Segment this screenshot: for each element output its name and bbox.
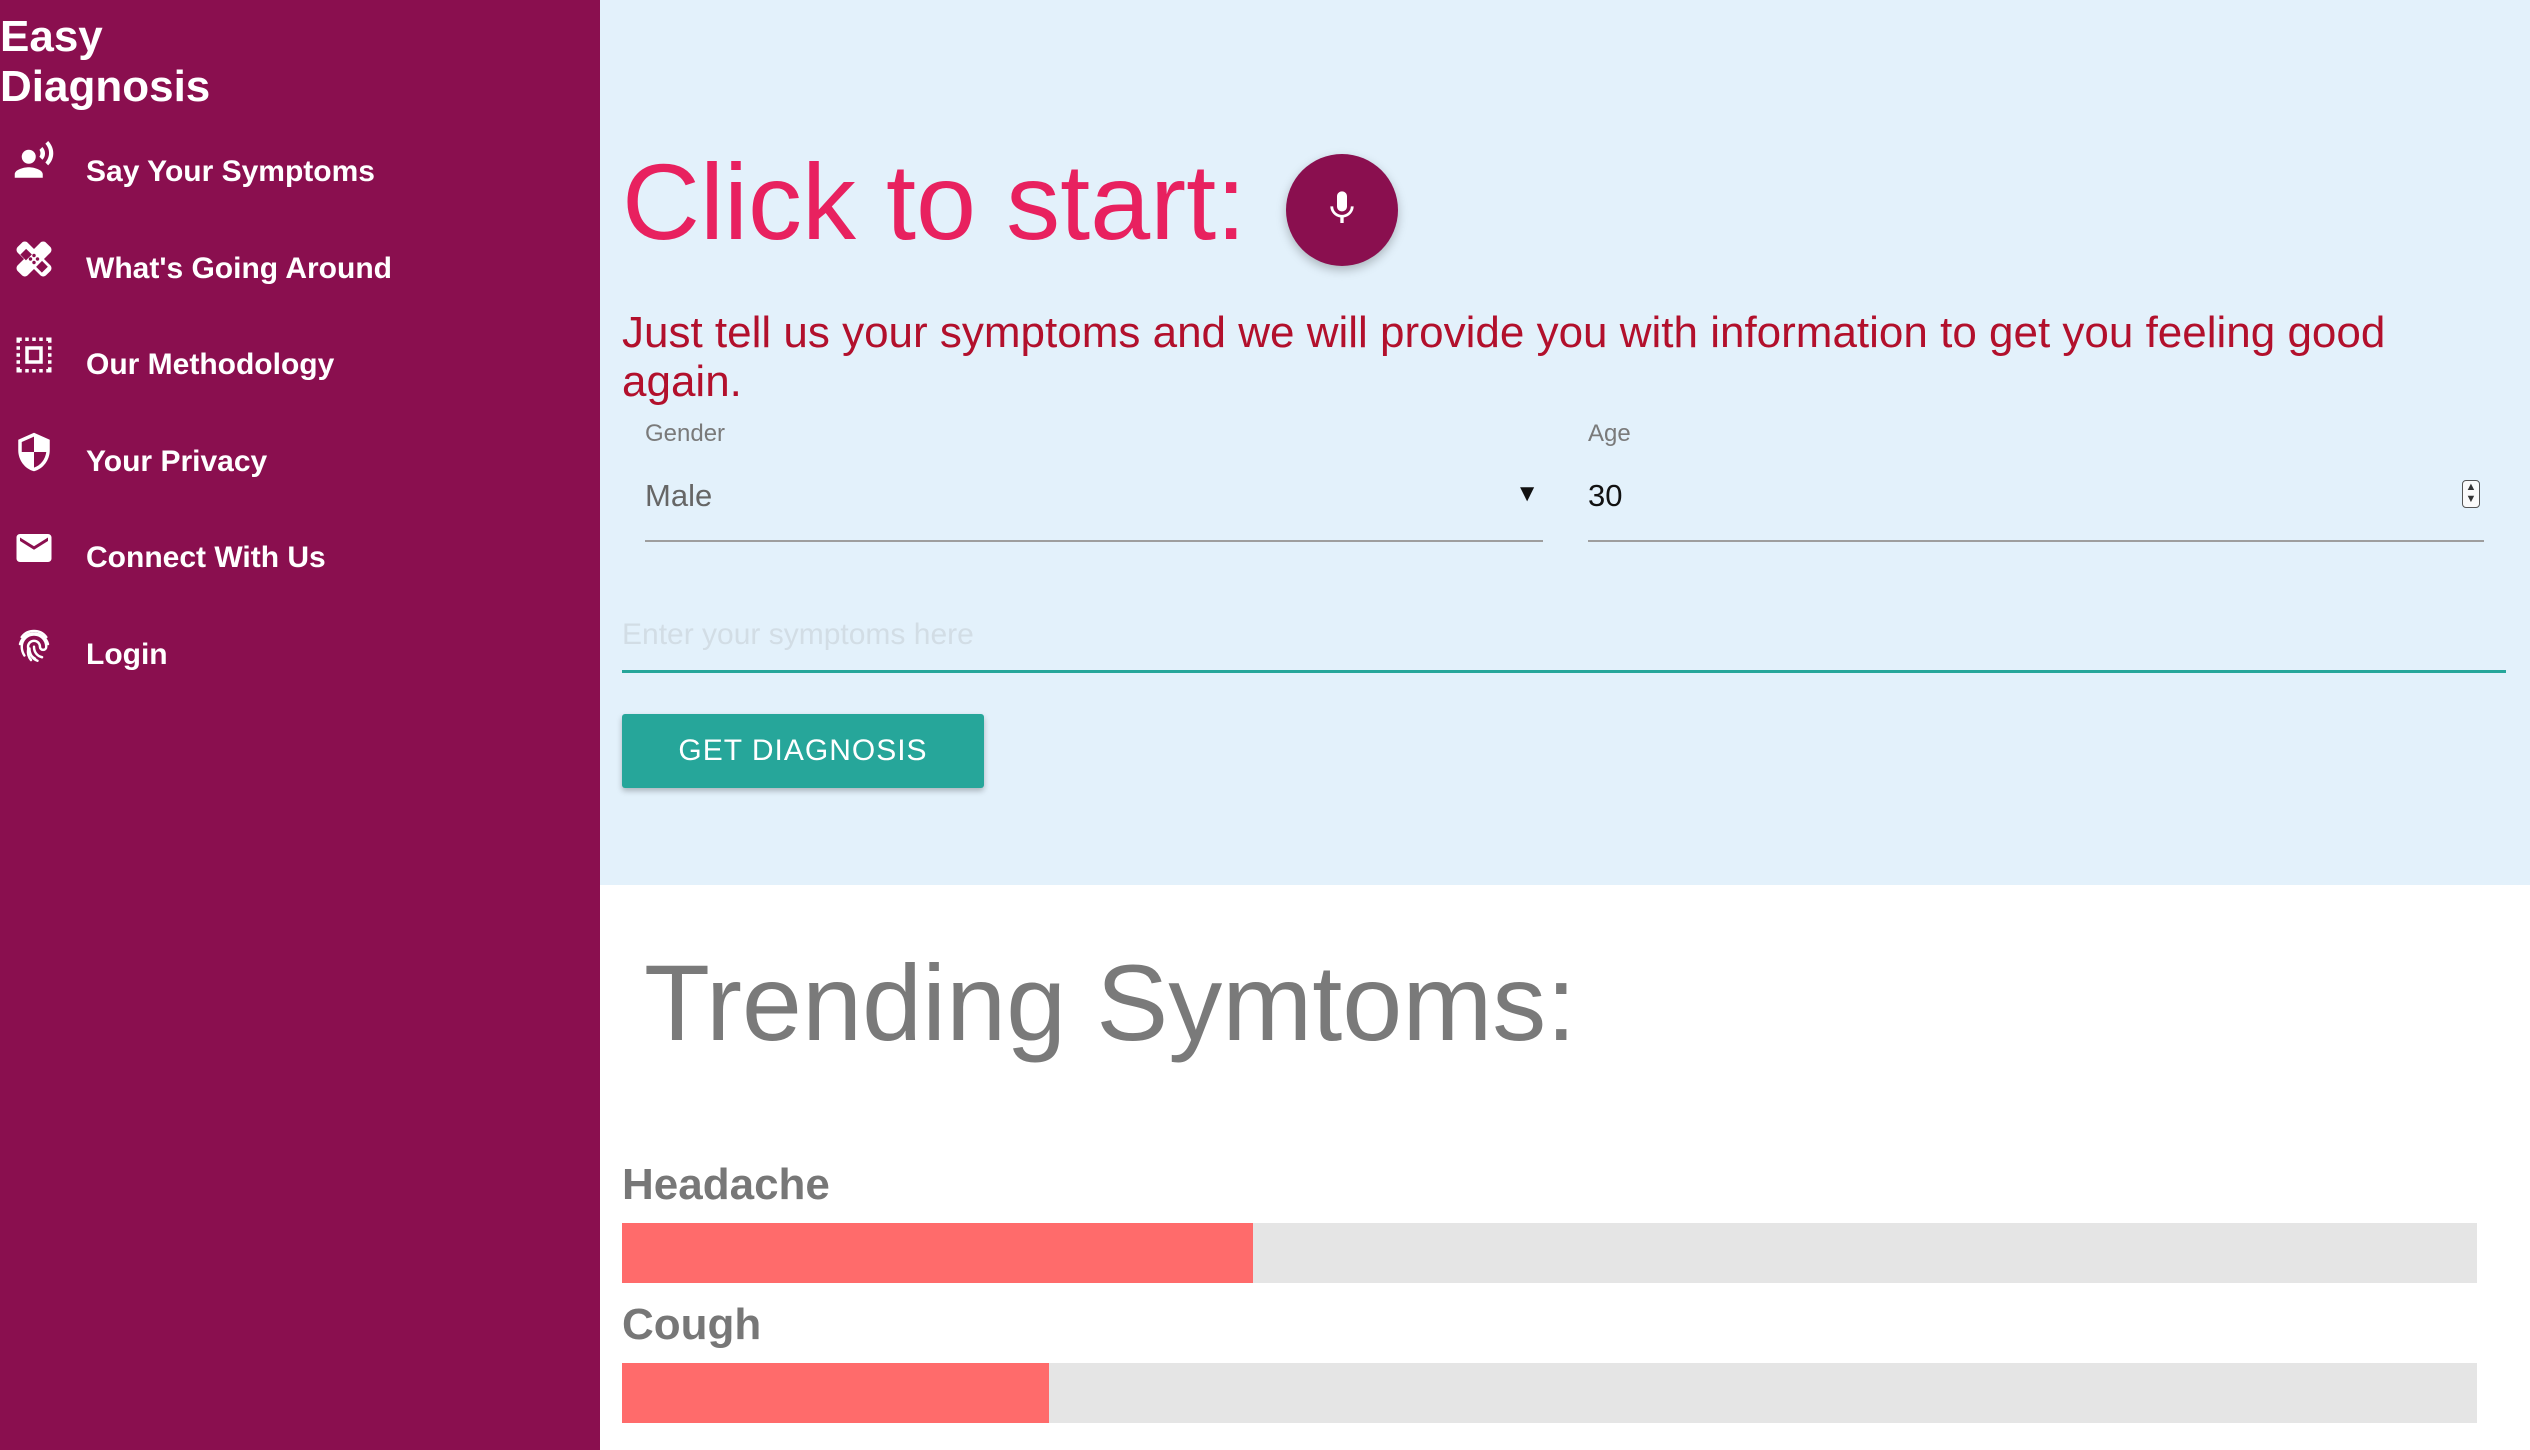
trending-title: Trending Symtoms:	[644, 942, 1577, 1063]
gender-value: Male	[645, 478, 713, 513]
trending-bar-track	[622, 1223, 2477, 1283]
fingerprint-icon	[12, 623, 56, 667]
bandage-icon	[12, 237, 56, 281]
mail-icon	[12, 526, 56, 570]
sidebar-item-label: Say Your Symptoms	[86, 155, 375, 188]
sidebar-item-say-your-symptoms[interactable]: Say Your Symptoms	[0, 140, 600, 237]
mic-button[interactable]	[1286, 154, 1398, 266]
trending-bar-fill	[622, 1363, 1049, 1423]
age-value: 30	[1588, 478, 1623, 513]
hero-section: Click to start: Just tell us your sympto…	[600, 0, 2530, 885]
trending-bar-fill	[622, 1223, 1253, 1283]
get-diagnosis-button[interactable]: GET DIAGNOSIS	[622, 714, 984, 788]
sidebar-item-our-methodology[interactable]: Our Methodology	[0, 333, 600, 430]
age-label: Age	[1588, 420, 1631, 447]
sidebar-item-label: Your Privacy	[86, 444, 268, 478]
caret-down-icon: ▼	[1515, 480, 1539, 507]
sidebar-nav: Say Your Symptoms What's Going Around Ou…	[0, 140, 600, 719]
sidebar-item-label: What's Going Around	[86, 251, 392, 285]
intro-text: Just tell us your symptoms and we will p…	[622, 308, 2386, 406]
shield-icon	[12, 430, 56, 474]
age-field[interactable]: 30 ▲ ▼	[1588, 460, 2484, 542]
sidebar-item-connect-with-us[interactable]: Connect With Us	[0, 526, 600, 623]
trending-symptom-name: Cough	[622, 1300, 762, 1349]
gender-select[interactable]: Male ▼	[645, 460, 1543, 542]
trending-bar-track	[622, 1363, 2477, 1423]
sidebar-item-label: Connect With Us	[86, 541, 326, 574]
chip-icon	[12, 333, 56, 377]
symptoms-input[interactable]	[622, 600, 2506, 673]
record-voice-icon	[12, 140, 56, 184]
sidebar-item-your-privacy[interactable]: Your Privacy	[0, 430, 600, 527]
number-stepper-icon[interactable]: ▲ ▼	[2462, 480, 2480, 508]
sidebar-item-label: Our Methodology	[86, 348, 335, 381]
brand-title: Easy Diagnosis	[0, 12, 211, 111]
mic-icon	[1322, 188, 1362, 233]
sidebar-item-login[interactable]: Login	[0, 623, 600, 720]
sidebar-item-whats-going-around[interactable]: What's Going Around	[0, 237, 600, 334]
gender-label: Gender	[645, 420, 726, 447]
sidebar-item-label: Login	[86, 637, 168, 671]
sidebar: Easy Diagnosis Say Your Symptoms What's …	[0, 0, 600, 1450]
app-root: Easy Diagnosis Say Your Symptoms What's …	[0, 0, 2530, 1450]
trending-section: Trending Symtoms: Headache Cough	[600, 885, 2530, 1450]
hero-title: Click to start:	[622, 141, 1247, 262]
trending-symptom-name: Headache	[622, 1160, 830, 1209]
